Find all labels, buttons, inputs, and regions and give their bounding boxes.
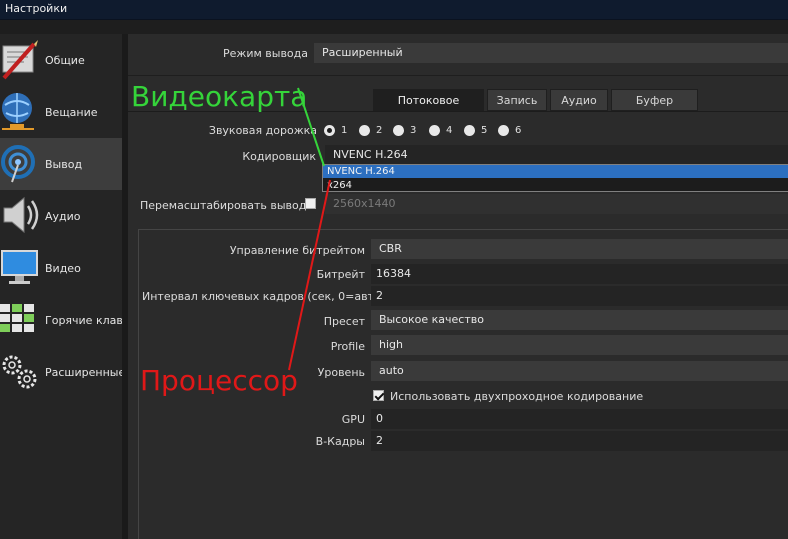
gpu-annotation-text: Видеокарта xyxy=(131,80,308,113)
cpu-annotation-text: Процессор xyxy=(140,364,298,397)
cpu-annotation-line xyxy=(288,179,331,371)
annotation-arrows xyxy=(288,87,331,371)
